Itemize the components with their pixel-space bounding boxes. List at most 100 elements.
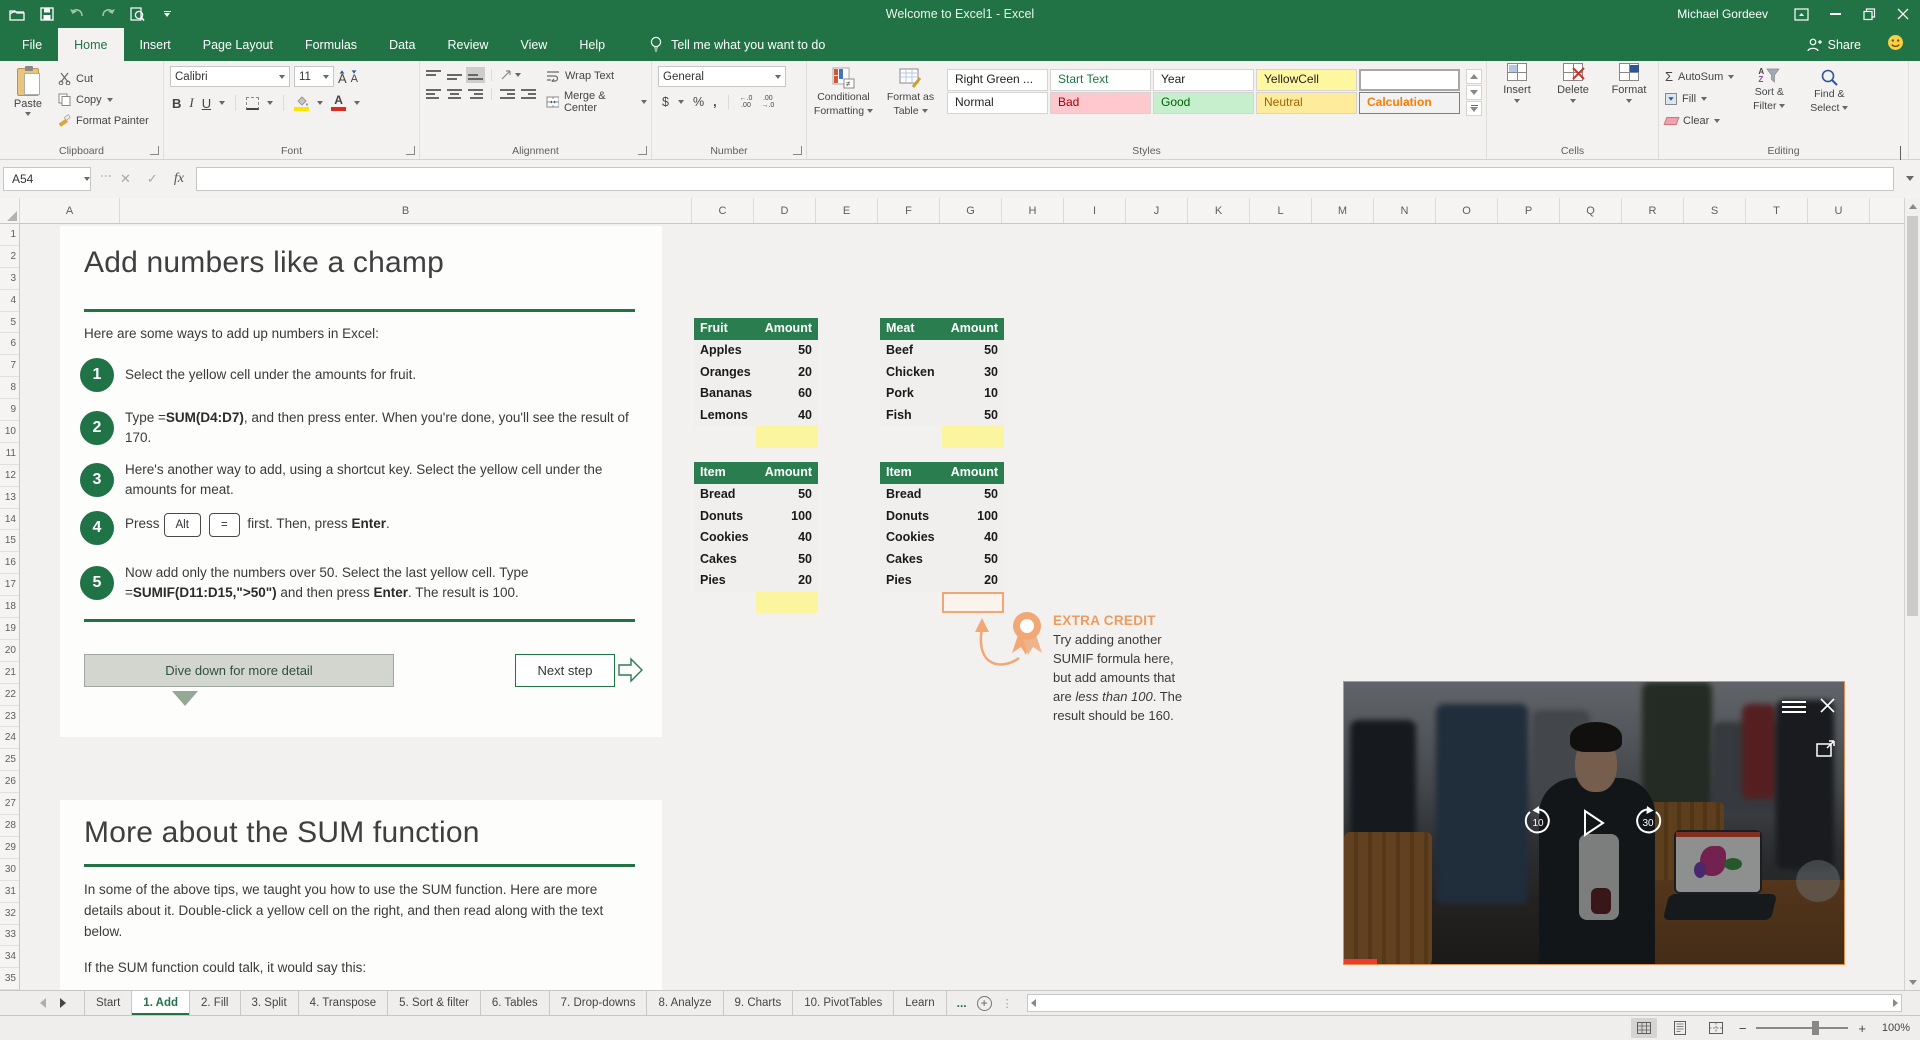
sheet-tab-4-transpose[interactable]: 4. Transpose [299,991,389,1015]
worksheet-area[interactable]: Add numbers like a champ Here are some w… [20,224,1904,990]
table-row[interactable]: Chicken 30 [880,361,1004,383]
table-cell-value[interactable]: 50 [756,549,818,571]
shrink-font-button[interactable]: A [351,69,358,84]
orientation-button[interactable] [500,69,521,81]
fill-color-caret-icon[interactable] [317,101,324,105]
find-select-button[interactable]: Find & Select [1804,66,1854,142]
select-all-corner[interactable] [0,198,20,223]
sheet-tab-learn[interactable]: Learn [894,991,947,1015]
name-box[interactable]: A54 [3,167,91,191]
hscroll-left-icon[interactable] [1030,999,1036,1007]
ribbon-tab-home[interactable]: Home [58,28,124,61]
row-header-21[interactable]: 21 [0,662,19,684]
vertical-scrollbar[interactable] [1904,198,1920,990]
copy-button[interactable]: Copy [58,91,149,108]
gallery-up-icon[interactable] [1466,69,1482,84]
restore-button[interactable] [1852,0,1886,28]
zoom-in-icon[interactable]: + [1858,1021,1866,1036]
row-header-17[interactable]: 17 [0,574,19,597]
format-cells-button[interactable]: Format [1605,63,1653,142]
table-row[interactable]: Cookies 40 [694,527,818,549]
table-cell-value[interactable]: 40 [942,527,1004,549]
align-left-button[interactable] [426,88,441,100]
video-popout-icon[interactable] [1816,740,1836,763]
align-center-button[interactable] [447,88,462,100]
row-header-29[interactable]: 29 [0,837,19,859]
row-header-13[interactable]: 13 [0,487,19,509]
fill-color-button[interactable] [294,95,310,111]
delete-cells-button[interactable]: Delete [1549,63,1597,142]
row-header-32[interactable]: 32 [0,903,19,925]
column-header-C[interactable]: C [692,198,754,223]
table-cell-label[interactable]: Cookies [880,527,942,549]
video-progress-bar[interactable] [1344,959,1377,964]
row-header-31[interactable]: 31 [0,881,19,903]
decrease-decimal-button[interactable]: .00 →.0 [761,95,774,109]
row-header-23[interactable]: 23 [0,706,19,728]
table-cell-label[interactable]: Lemons [694,405,756,427]
table-cell-label[interactable]: Pies [694,570,756,592]
vertical-scroll-thumb[interactable] [1907,216,1918,616]
column-header-L[interactable]: L [1250,198,1312,223]
insert-cells-button[interactable]: Insert [1493,63,1541,142]
column-header-I[interactable]: I [1064,198,1126,223]
tell-me-box[interactable]: Tell me what you want to do [649,28,825,61]
page-layout-view-button[interactable] [1667,1018,1693,1038]
row-header-19[interactable]: 19 [0,618,19,640]
row-header-30[interactable]: 30 [0,859,19,881]
table-cell-label[interactable]: Apples [694,340,756,362]
cell-style-year[interactable]: Year [1153,69,1254,91]
table-cell-value[interactable]: 40 [756,527,818,549]
table-cell-value[interactable]: 50 [756,484,818,506]
cell-style-good[interactable]: Good [1153,92,1254,114]
row-header-7[interactable]: 7 [0,355,19,378]
sort-filter-button[interactable]: AZ Sort & Filter [1744,66,1794,142]
decrease-indent-button[interactable] [500,88,515,100]
table-row[interactable]: Cakes 50 [880,548,1004,570]
row-header-9[interactable]: 9 [0,399,19,422]
table-cell-label[interactable]: Pies [880,570,942,592]
video-menu-icon[interactable] [1782,700,1806,719]
table-row[interactable]: Apples 50 [694,340,818,362]
column-header-A[interactable]: A [20,198,120,223]
format-painter-button[interactable]: Format Painter [58,112,149,129]
column-header-D[interactable]: D [754,198,816,223]
video-player[interactable]: 10 30 [1343,681,1845,965]
table-cell-label[interactable]: Bread [880,484,942,506]
column-header-B[interactable]: B [120,198,692,223]
ribbon-display-options-icon[interactable] [1784,0,1818,28]
column-header-N[interactable]: N [1374,198,1436,223]
row-header-1[interactable]: 1 [0,224,19,246]
bold-button[interactable]: B [172,96,181,111]
video-close-icon[interactable] [1820,698,1835,718]
sheet-tab-8-analyze[interactable]: 8. Analyze [647,991,724,1015]
column-header-T[interactable]: T [1746,198,1808,223]
row-header-6[interactable]: 6 [0,333,19,356]
yellow-result-cell[interactable] [756,426,818,448]
cell-style-right-green-[interactable]: Right Green ... [947,69,1048,91]
conditional-formatting-button[interactable]: ≠ Conditional Formatting [813,66,874,142]
sheet-tab-3-split[interactable]: 3. Split [241,991,299,1015]
sheet-tab-start[interactable]: Start [84,991,133,1015]
autosum-button[interactable]: Σ AutoSum [1665,68,1735,85]
sheet-tab-6-tables[interactable]: 6. Tables [481,991,550,1015]
table-cell-label[interactable]: Beef [880,340,942,362]
cell-style-blank[interactable] [1359,69,1460,91]
column-header-R[interactable]: R [1622,198,1684,223]
table-cell-label[interactable]: Oranges [694,362,756,384]
column-header-H[interactable]: H [1002,198,1064,223]
row-header-16[interactable]: 16 [0,552,19,575]
increase-indent-button[interactable] [521,88,536,100]
row-header-8[interactable]: 8 [0,377,19,400]
dive-down-button[interactable]: Dive down for more detail [84,654,394,687]
insert-function-icon[interactable]: fx [174,171,184,187]
cut-button[interactable]: Cut [58,70,149,87]
alignment-dialog-launcher[interactable] [638,146,647,155]
cell-style-start-text[interactable]: Start Text [1050,69,1151,91]
table-row[interactable]: Donuts 100 [880,505,1004,527]
table-row[interactable]: Cakes 50 [694,548,818,571]
sheet-tab-5-sort-filter[interactable]: 5. Sort & filter [388,991,481,1015]
borders-icon[interactable] [246,96,260,110]
table-row[interactable]: Bread 50 [880,484,1004,506]
row-header-10[interactable]: 10 [0,421,19,443]
